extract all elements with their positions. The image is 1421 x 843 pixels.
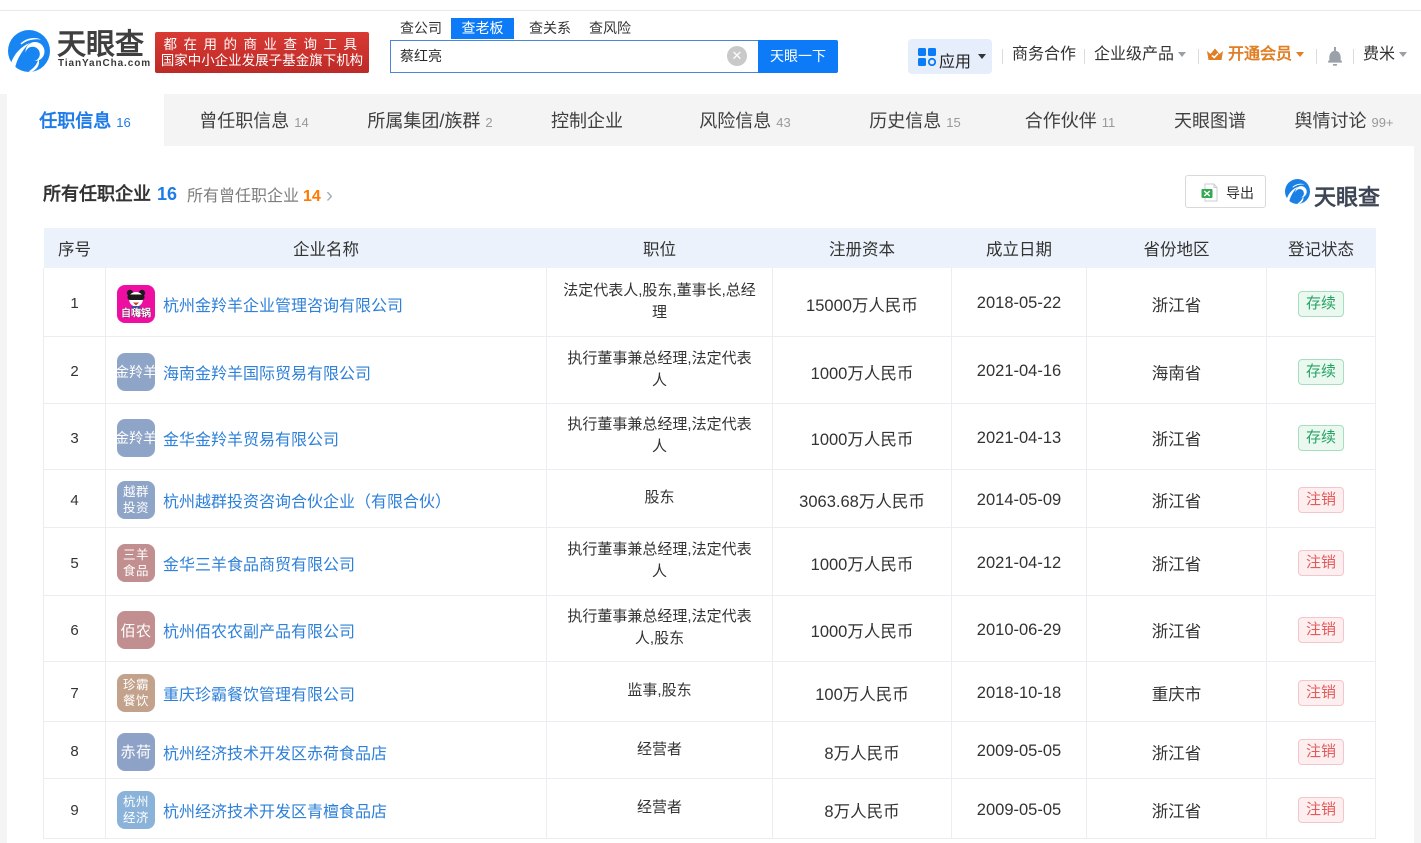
svg-text:自嗨锅: 自嗨锅: [121, 306, 151, 319]
